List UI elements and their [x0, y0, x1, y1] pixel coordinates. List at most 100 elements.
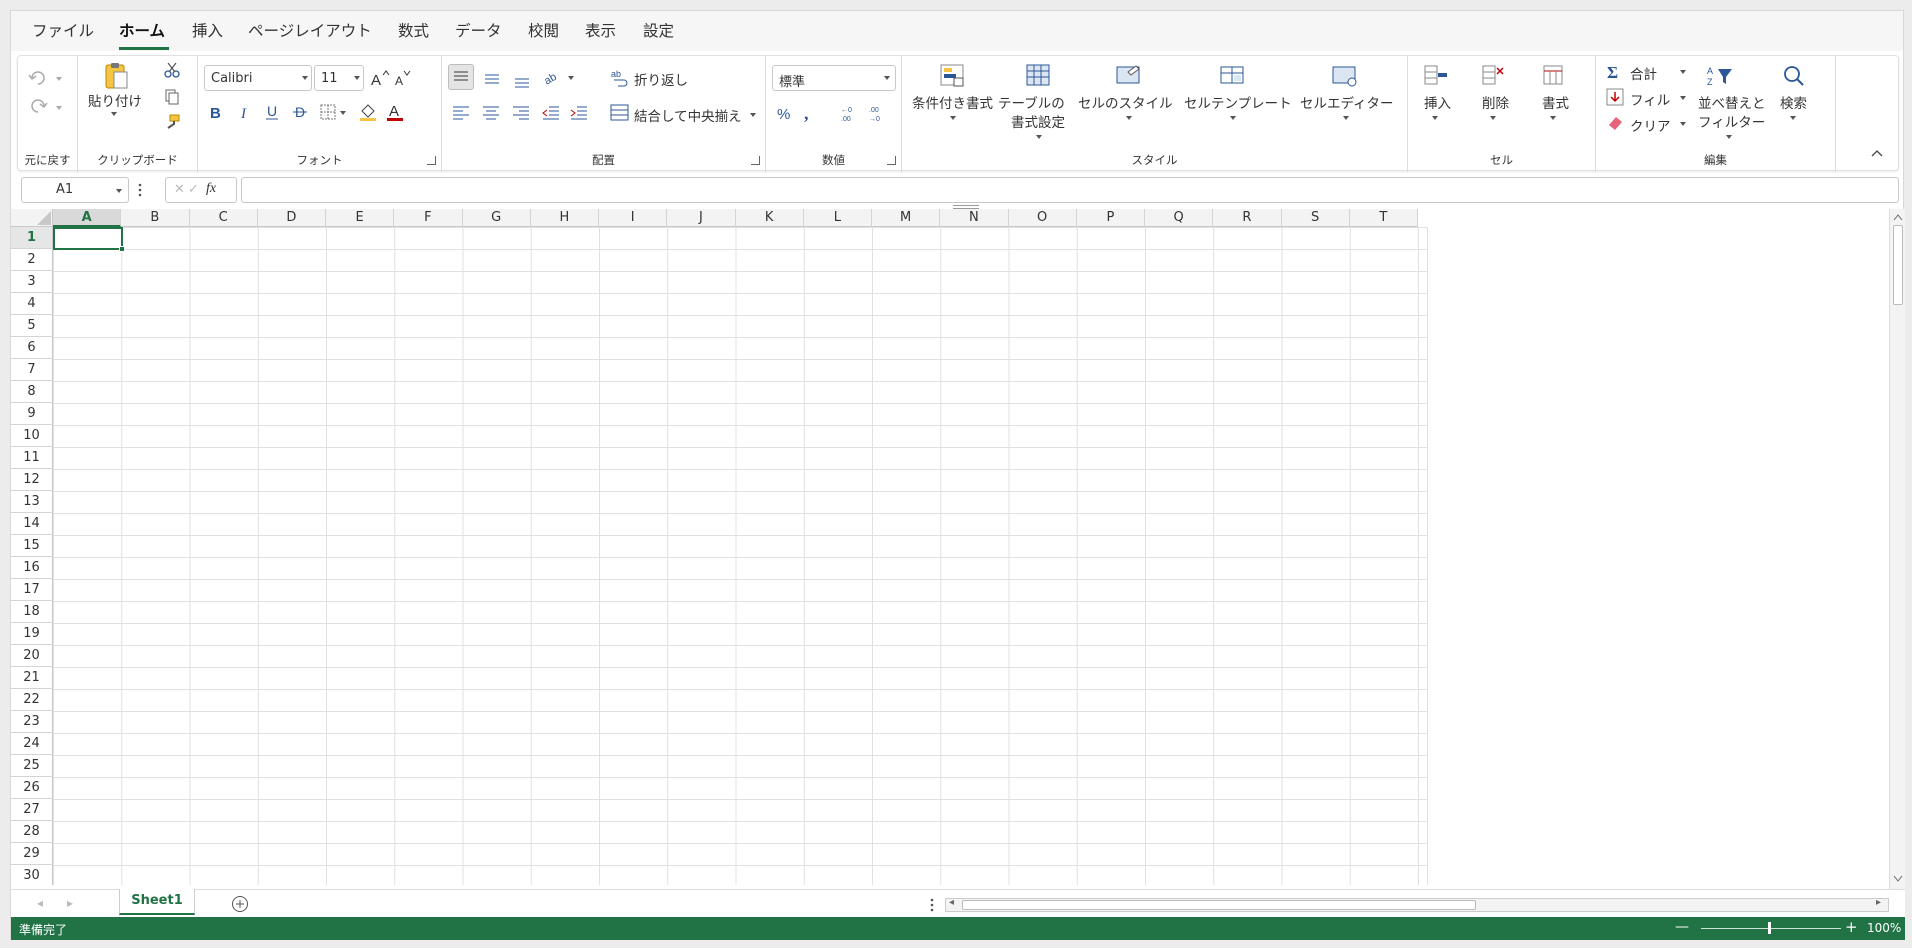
column-header-i[interactable]: I: [599, 209, 668, 227]
wrap-text-button[interactable]: 折り返し: [634, 69, 688, 89]
row-header-30[interactable]: 30: [11, 865, 53, 885]
row-header-21[interactable]: 21: [11, 667, 53, 689]
format-cells-dropdown-icon[interactable]: [1550, 116, 1556, 120]
conditional-formatting-dropdown-icon[interactable]: [950, 116, 956, 120]
increase-indent-icon[interactable]: [570, 104, 588, 122]
formula-bar-more-icon[interactable]: [137, 181, 143, 199]
merge-center-icon[interactable]: [610, 104, 630, 122]
orientation-icon[interactable]: ab: [542, 66, 564, 86]
row-header-7[interactable]: 7: [11, 359, 53, 381]
row-header-25[interactable]: 25: [11, 755, 53, 777]
row-header-20[interactable]: 20: [11, 645, 53, 667]
row-header-24[interactable]: 24: [11, 733, 53, 755]
cell-template-button[interactable]: セルテンプレート: [1184, 92, 1292, 112]
redo-dropdown-icon[interactable]: [56, 106, 62, 110]
menu-view[interactable]: 表示: [585, 19, 616, 41]
row-header-17[interactable]: 17: [11, 579, 53, 601]
menu-settings[interactable]: 設定: [643, 19, 674, 41]
column-header-g[interactable]: G: [462, 209, 531, 227]
find-dropdown-icon[interactable]: [1790, 116, 1796, 120]
insert-cells-icon[interactable]: [1424, 64, 1448, 88]
row-header-13[interactable]: 13: [11, 491, 53, 513]
format-as-table-line2[interactable]: 書式設定: [1011, 111, 1065, 131]
column-header-k[interactable]: K: [735, 209, 804, 227]
column-header-j[interactable]: J: [667, 209, 736, 227]
font-size-dropdown-icon[interactable]: [354, 76, 360, 80]
fill-icon[interactable]: [1606, 88, 1624, 106]
format-painter-icon[interactable]: [164, 114, 180, 130]
scroll-up-icon[interactable]: [1893, 213, 1903, 221]
column-header-s[interactable]: S: [1281, 209, 1350, 227]
row-header-9[interactable]: 9: [11, 403, 53, 425]
insert-cells-button[interactable]: 挿入: [1424, 92, 1451, 112]
cell-editor-dropdown-icon[interactable]: [1343, 116, 1349, 120]
vertical-scroll-thumb[interactable]: [1893, 225, 1903, 305]
redo-icon[interactable]: [28, 98, 48, 114]
align-left-icon[interactable]: [452, 104, 470, 122]
add-sheet-icon[interactable]: [231, 895, 249, 913]
row-header-3[interactable]: 3: [11, 271, 53, 293]
find-icon[interactable]: [1782, 64, 1806, 88]
cells-area[interactable]: [53, 227, 1428, 885]
horizontal-scroll-thumb[interactable]: [962, 900, 1476, 910]
column-header-f[interactable]: F: [394, 209, 463, 227]
decrease-decimal-icon[interactable]: .00→0: [866, 104, 888, 122]
strikethrough-icon[interactable]: D: [292, 103, 308, 121]
column-header-d[interactable]: D: [257, 209, 326, 227]
cell-editor-icon[interactable]: [1332, 64, 1358, 88]
row-header-18[interactable]: 18: [11, 601, 53, 623]
sort-filter-line1[interactable]: 並べ替えと: [1698, 92, 1766, 112]
row-header-26[interactable]: 26: [11, 777, 53, 799]
insert-cells-dropdown-icon[interactable]: [1432, 116, 1438, 120]
row-header-23[interactable]: 23: [11, 711, 53, 733]
number-format-select[interactable]: 標準: [772, 65, 896, 91]
menu-review[interactable]: 校閲: [528, 19, 559, 41]
sheet-tab-sheet1[interactable]: Sheet1: [119, 889, 195, 915]
column-header-e[interactable]: E: [326, 209, 395, 227]
cell-template-dropdown-icon[interactable]: [1230, 116, 1236, 120]
row-header-6[interactable]: 6: [11, 337, 53, 359]
copy-icon[interactable]: [164, 89, 180, 105]
increase-decimal-icon[interactable]: ←0.00: [838, 104, 860, 122]
decrease-indent-icon[interactable]: [542, 104, 560, 122]
column-header-r[interactable]: R: [1213, 209, 1282, 227]
row-header-27[interactable]: 27: [11, 799, 53, 821]
select-all-corner[interactable]: [11, 209, 53, 227]
font-dialog-launcher-icon[interactable]: [427, 156, 436, 165]
column-header-t[interactable]: T: [1349, 209, 1418, 227]
autosum-dropdown-icon[interactable]: [1680, 70, 1686, 74]
fill-color-icon[interactable]: [358, 102, 378, 122]
cell-styles-button[interactable]: セルのスタイル: [1078, 92, 1173, 112]
menu-formulas[interactable]: 数式: [398, 19, 429, 41]
row-header-10[interactable]: 10: [11, 425, 53, 447]
sort-filter-dropdown-icon[interactable]: [1726, 135, 1732, 139]
merge-dropdown-icon[interactable]: [750, 113, 756, 117]
align-center-icon[interactable]: [482, 104, 500, 122]
row-header-1[interactable]: 1: [11, 227, 53, 249]
decrease-font-icon[interactable]: A: [394, 68, 412, 88]
increase-font-icon[interactable]: A: [370, 68, 390, 88]
borders-icon[interactable]: [320, 104, 336, 120]
name-box-dropdown-icon[interactable]: [116, 189, 122, 193]
cell-editor-button[interactable]: セルエディター: [1300, 92, 1394, 112]
scroll-right-icon[interactable]: ▸: [1876, 897, 1881, 908]
column-header-b[interactable]: B: [121, 209, 190, 227]
column-header-c[interactable]: C: [189, 209, 258, 227]
borders-dropdown-icon[interactable]: [340, 111, 346, 115]
active-cell-a1[interactable]: [53, 227, 123, 250]
scroll-down-icon[interactable]: [1893, 875, 1903, 883]
underline-icon[interactable]: U: [264, 103, 280, 121]
format-cells-icon[interactable]: [1542, 64, 1566, 88]
row-header-4[interactable]: 4: [11, 293, 53, 315]
conditional-formatting-icon[interactable]: [940, 64, 966, 88]
row-header-28[interactable]: 28: [11, 821, 53, 843]
column-header-m[interactable]: M: [872, 209, 941, 227]
zoom-slider-thumb[interactable]: [1768, 922, 1771, 934]
row-header-15[interactable]: 15: [11, 535, 53, 557]
zoom-level[interactable]: 100%: [1867, 921, 1901, 935]
undo-icon[interactable]: [28, 70, 48, 86]
orientation-dropdown-icon[interactable]: [568, 76, 574, 80]
font-color-icon[interactable]: A: [386, 102, 404, 122]
delete-cells-icon[interactable]: [1482, 64, 1506, 88]
vertical-scrollbar[interactable]: [1889, 209, 1905, 889]
